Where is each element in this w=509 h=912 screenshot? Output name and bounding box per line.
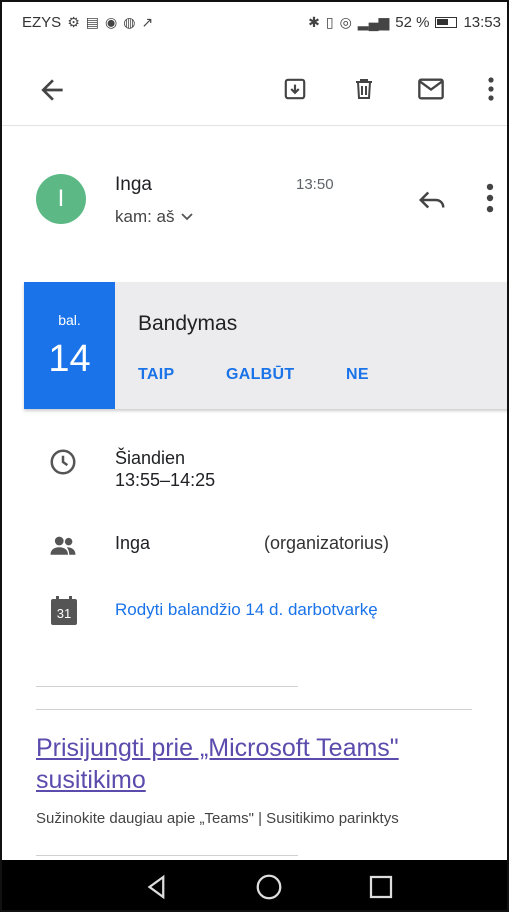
delete-button[interactable] [349, 74, 379, 104]
message-more-vert-icon[interactable] [480, 182, 500, 214]
system-nav-bar [2, 860, 507, 910]
messenger-icon: ◉ [104, 13, 118, 30]
home-circle-icon[interactable] [254, 872, 284, 902]
event-title: Bandymas [138, 312, 238, 335]
battery-percent: 52 % [395, 13, 430, 31]
calendar-icon: 31 [50, 596, 78, 626]
organizer-role: (organizatorius) [264, 533, 390, 553]
divider [36, 855, 298, 856]
back-triangle-icon[interactable] [142, 872, 172, 902]
teams-join-link[interactable]: Prisijungti prie „Microsoft Teams" susit… [36, 732, 476, 796]
vibrate-icon: ▯ [325, 13, 334, 30]
more-options-button[interactable] [476, 74, 506, 104]
more-vert-icon [488, 77, 494, 101]
event-time-range: 13:55–14:25 [115, 470, 216, 490]
divider [36, 709, 472, 710]
calendar-notification-icon: ▤ [85, 13, 99, 30]
sender-name[interactable]: Inga [115, 174, 152, 196]
phone-screen: EZYS ⚙ ▤ ◉ ◍ ↗ ✱ ▯ ◎ ▂▄▆ 52 % 13:53 I In… [0, 0, 509, 912]
mail-icon [418, 78, 444, 100]
rsvp-maybe-button[interactable]: GALBŪT [226, 366, 294, 384]
eye-comfort-icon: ◎ [339, 13, 352, 30]
bluetooth-icon: ✱ [308, 13, 320, 30]
signal-icon: ▂▄▆ [357, 13, 390, 30]
chevron-down-icon [180, 213, 193, 221]
battery-icon [435, 16, 458, 28]
message-time: 13:50 [296, 176, 334, 193]
mark-unread-button[interactable] [416, 74, 446, 104]
trash-icon [356, 79, 372, 99]
rsvp-yes-button[interactable]: TAIP [138, 366, 174, 384]
missed-call-icon: ↗ [141, 13, 154, 30]
status-bar: EZYS ⚙ ▤ ◉ ◍ ↗ ✱ ▯ ◎ ▂▄▆ 52 % 13:53 [2, 2, 507, 42]
app-bar [2, 52, 507, 126]
recents-square-icon[interactable] [366, 872, 396, 902]
arrow-back-icon[interactable] [36, 74, 68, 106]
archive-button[interactable] [280, 74, 310, 104]
divider [36, 686, 298, 687]
settings-icon: ⚙ [67, 13, 80, 30]
status-left: EZYS ⚙ ▤ ◉ ◍ ↗ [22, 14, 153, 31]
agenda-link[interactable]: Rodyti balandžio 14 d. darbotvarkę [115, 600, 378, 620]
clock-icon [50, 449, 76, 475]
calendar-icon-day: 31 [56, 606, 72, 621]
avatar-letter: I [57, 185, 65, 212]
status-right: ✱ ▯ ◎ ▂▄▆ 52 % 13:53 [308, 14, 501, 31]
reply-icon[interactable] [417, 187, 447, 213]
event-date-box: bal. 14 [24, 282, 115, 409]
rsvp-no-button[interactable]: NE [346, 366, 369, 384]
clock: 13:53 [463, 13, 501, 31]
people-icon [50, 536, 76, 555]
event-day: 14 [48, 338, 91, 380]
recipient-details-toggle[interactable]: kam: aš [115, 207, 193, 227]
archive-icon [284, 78, 306, 100]
event-invite-card: bal. 14 Bandymas TAIP GALBŪT NE [24, 282, 507, 409]
recipient-label: kam: aš [115, 207, 175, 226]
carrier-label: EZYS [22, 13, 62, 31]
avatar[interactable]: I [36, 174, 86, 224]
event-day-label: Šiandien [115, 448, 186, 468]
teams-info-links[interactable]: Sužinokite daugiau apie „Teams" | Susiti… [36, 810, 399, 827]
app-notification-icon: ◍ [123, 13, 136, 30]
organizer-name: Inga [115, 533, 151, 553]
event-month: bal. [58, 312, 81, 328]
